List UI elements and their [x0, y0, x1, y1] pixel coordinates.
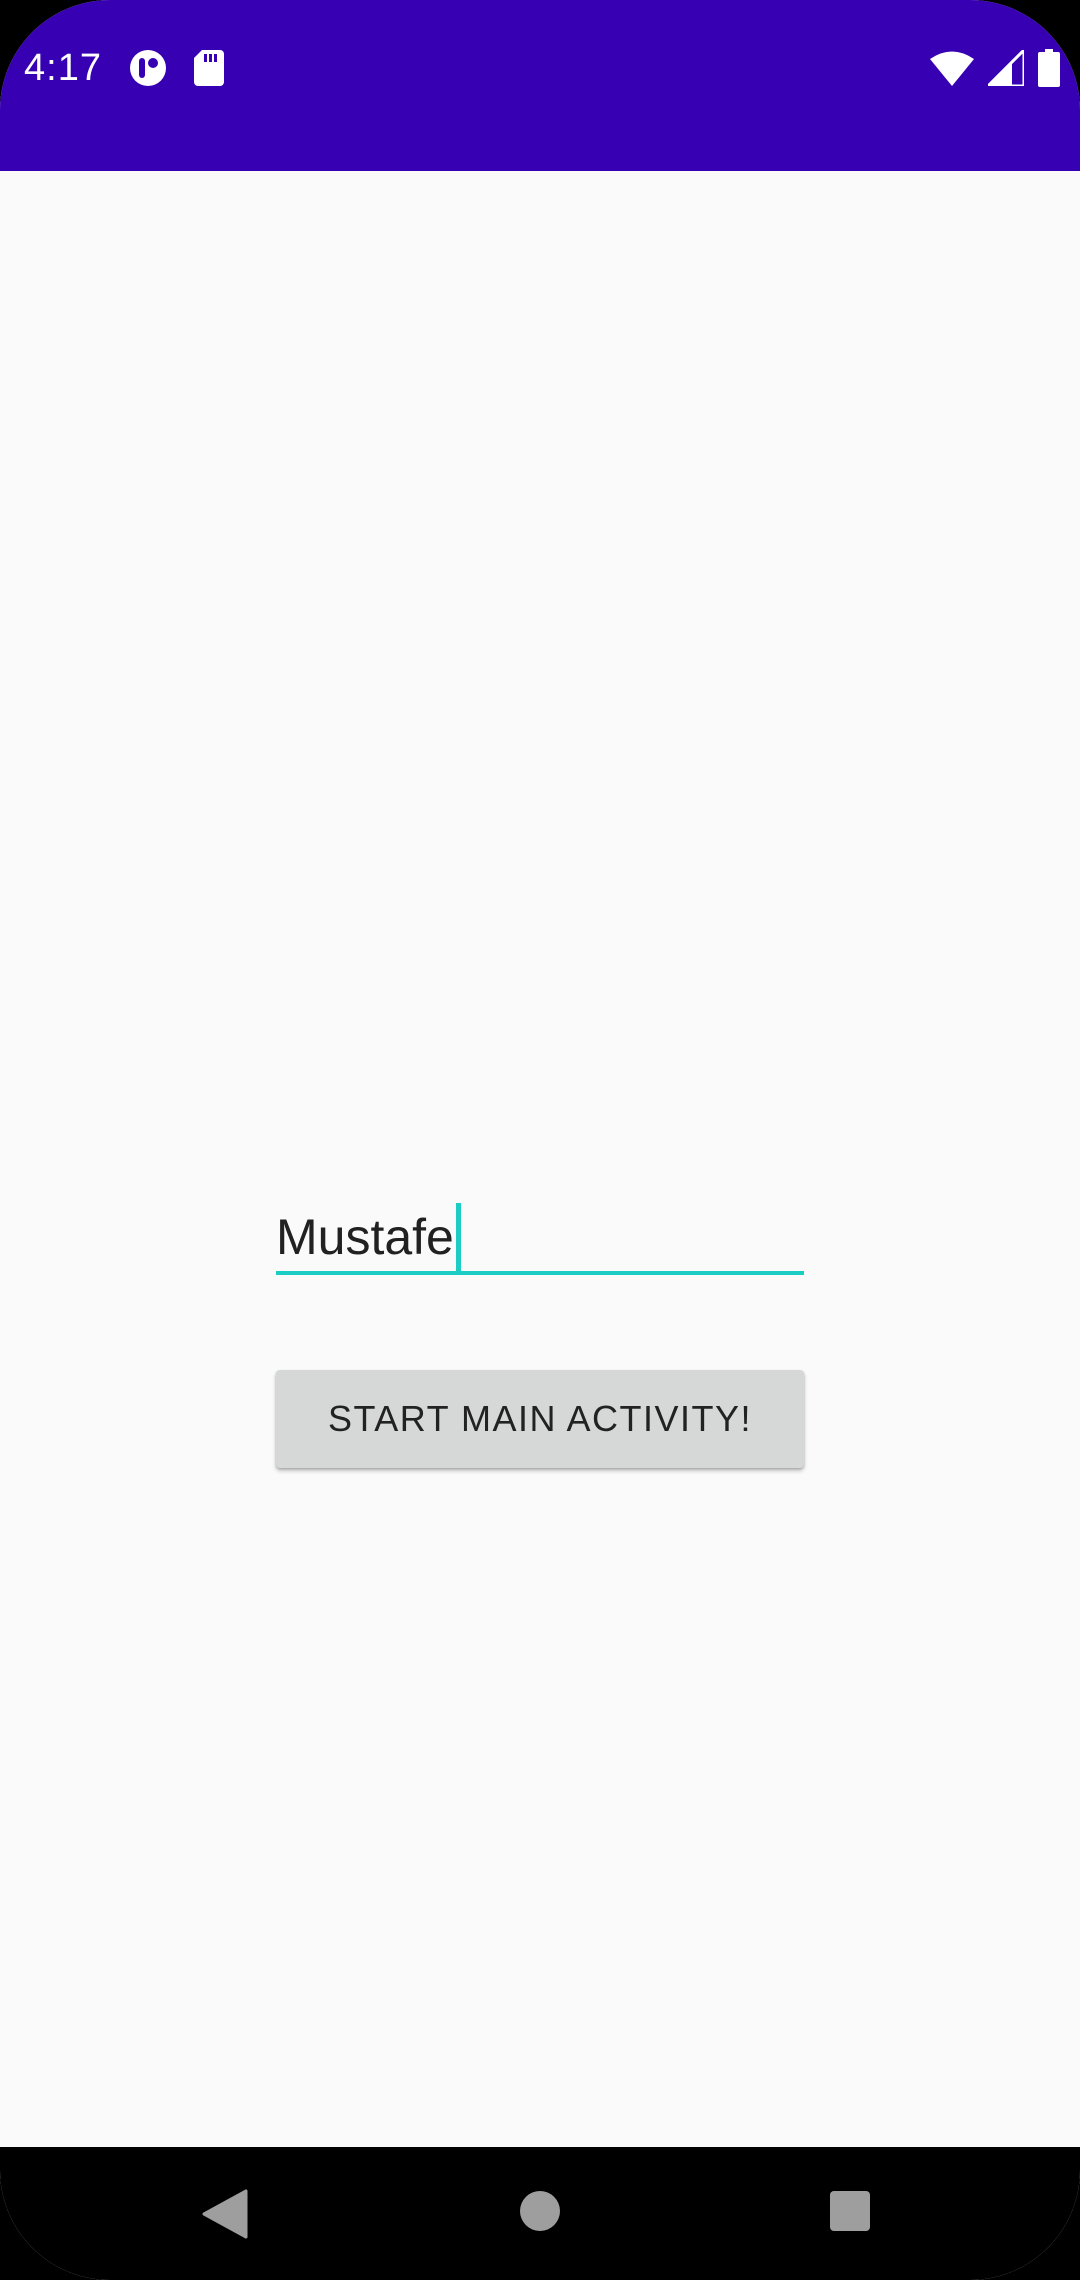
- start-main-activity-button[interactable]: START MAIN ACTIVITY!: [276, 1370, 804, 1468]
- name-input[interactable]: Mustafe: [276, 1191, 804, 1275]
- status-right-icons: [930, 48, 1060, 88]
- home-icon[interactable]: [518, 2189, 562, 2238]
- navigation-bar: [0, 2147, 1080, 2280]
- cellular-signal-icon: [988, 50, 1024, 86]
- status-left-icons: [128, 48, 224, 88]
- battery-icon: [1038, 49, 1060, 87]
- wifi-icon: [930, 50, 974, 86]
- main-content: Mustafe START MAIN ACTIVITY!: [0, 171, 1080, 2147]
- text-cursor: [455, 1203, 461, 1271]
- sd-card-icon: [194, 50, 224, 86]
- notification-app-icon: [128, 48, 168, 88]
- recents-icon[interactable]: [828, 2189, 872, 2238]
- status-time: 4:17: [24, 47, 102, 89]
- name-input-value: Mustafe: [276, 1203, 461, 1271]
- back-icon[interactable]: [202, 2189, 248, 2244]
- app-screen: 4:17 Mustafe START MAIN ACTIVITY!: [0, 0, 1080, 2280]
- status-bar: 4:17: [0, 0, 1080, 171]
